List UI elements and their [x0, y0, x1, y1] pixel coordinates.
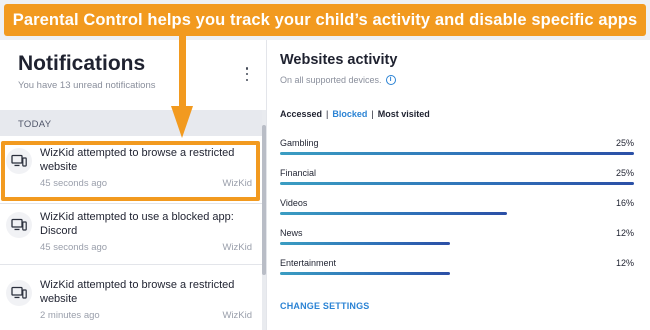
highlight-box: [1, 141, 260, 201]
category-percent: 25%: [615, 168, 634, 178]
notification-item[interactable]: WizKid attempted to use a blocked app: D…: [0, 206, 262, 262]
category-bar: [280, 212, 507, 215]
category-percent: 12%: [615, 258, 634, 268]
category-row: News 12%: [280, 228, 634, 250]
category-name: Videos: [280, 198, 308, 208]
category-row: Entertainment 12%: [280, 258, 634, 280]
notifications-title: Notifications: [18, 52, 146, 75]
device-icon: [6, 280, 32, 306]
notification-child: WizKid: [222, 310, 252, 321]
section-label: TODAY: [18, 119, 52, 130]
category-bar: [280, 242, 450, 245]
websites-activity-title: Websites activity: [280, 52, 398, 68]
notification-text: WizKid attempted to browse a restricted …: [40, 279, 235, 305]
subtitle-text: On all supported devices.: [280, 75, 382, 85]
category-bar: [280, 152, 634, 155]
device-icon: [6, 212, 32, 238]
category-percent: 12%: [615, 228, 634, 238]
category-row: Videos 16%: [280, 198, 634, 220]
notification-time: 2 minutes ago: [40, 310, 100, 321]
annotation-arrow: [179, 36, 186, 110]
divider: [0, 203, 262, 204]
category-percent: 25%: [615, 138, 634, 148]
notification-item[interactable]: WizKid attempted to browse a restricted …: [0, 274, 262, 330]
category-name: News: [280, 228, 303, 238]
category-row: Gambling 25%: [280, 138, 634, 160]
category-name: Entertainment: [280, 258, 337, 268]
divider: [0, 264, 262, 265]
category-row: Financial 25%: [280, 168, 634, 190]
filter-separator: |: [371, 109, 374, 119]
filter-separator: |: [326, 109, 329, 119]
category-percent: 16%: [615, 198, 634, 208]
category-name: Financial: [280, 168, 317, 178]
category-bar: [280, 182, 634, 185]
annotation-banner: Parental Control helps you track your ch…: [4, 4, 646, 36]
category-bar: [280, 272, 450, 275]
section-header-today: TODAY: [0, 110, 262, 136]
annotation-arrow-head: [171, 106, 193, 138]
notification-child: WizKid: [222, 242, 252, 253]
category-name: Gambling: [280, 138, 319, 148]
notifications-unread-count: You have 13 unread notifications: [18, 80, 156, 91]
kebab-menu-icon[interactable]: [244, 67, 250, 81]
activity-filters: Accessed | Blocked | Most visited: [280, 109, 430, 119]
notification-text: WizKid attempted to use a blocked app: D…: [40, 211, 234, 237]
info-icon[interactable]: i: [385, 75, 396, 85]
filter-most-visited[interactable]: Most visited: [378, 109, 430, 119]
filter-accessed[interactable]: Accessed: [280, 109, 322, 119]
filter-blocked[interactable]: Blocked: [332, 109, 367, 119]
websites-activity-subtitle: On all supported devices. i: [280, 75, 396, 85]
change-settings-link[interactable]: CHANGE SETTINGS: [280, 301, 370, 311]
notification-time: 45 seconds ago: [40, 242, 108, 253]
